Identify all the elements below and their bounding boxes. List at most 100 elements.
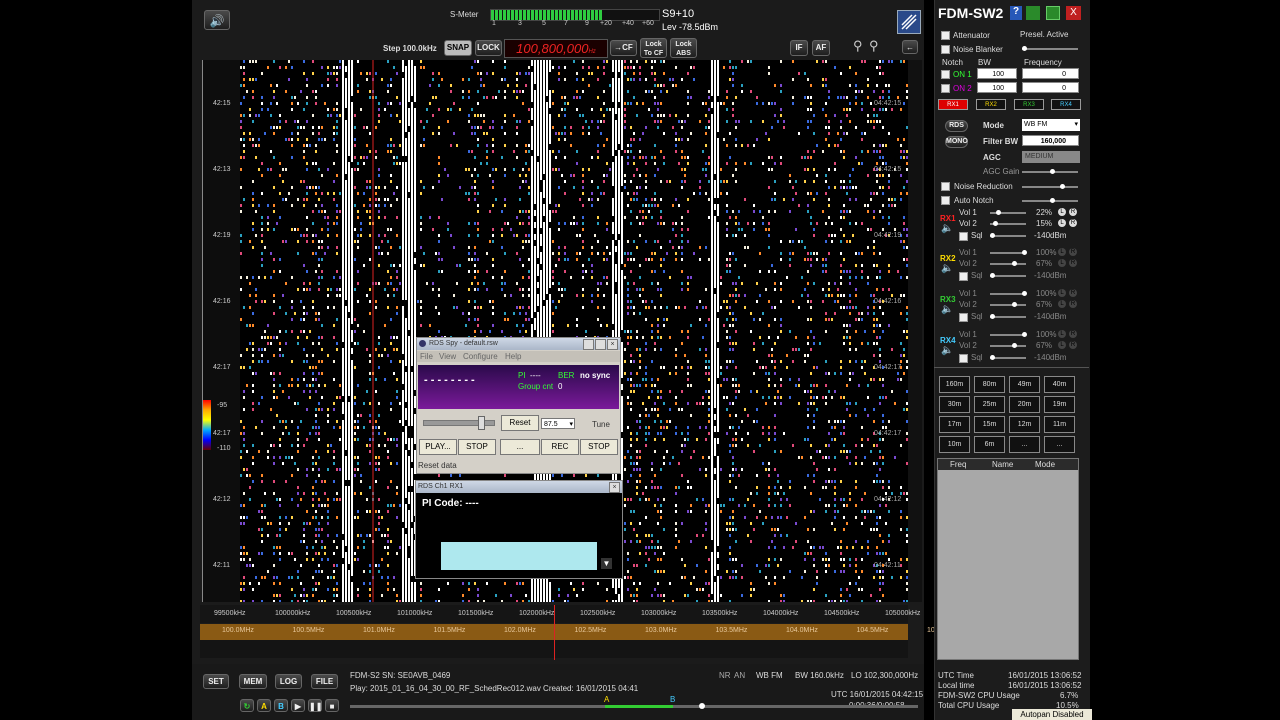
waterfall-pixel (732, 84, 734, 87)
waterfall-pixel (405, 558, 407, 564)
waterfall-pixel (630, 360, 632, 363)
waterfall-pixel (660, 468, 662, 471)
waterfall-pixel (705, 372, 707, 375)
lock-button[interactable]: LOCK (475, 40, 502, 56)
snap-button[interactable]: SNAP (444, 40, 472, 56)
waterfall-pixel (606, 60, 608, 63)
speaker-button[interactable]: 🔊 (204, 10, 230, 30)
waterfall-pixel (348, 144, 350, 150)
waterfall-pixel (240, 552, 242, 555)
waterfall-pixel (654, 240, 656, 243)
waterfall-pixel (351, 294, 353, 300)
waterfall-pixel (687, 282, 689, 285)
waterfall-pixel (378, 198, 380, 201)
waterfall-pixel (639, 312, 641, 315)
waterfall-pixel (537, 282, 539, 288)
waterfall-pixel (504, 318, 506, 321)
waterfall-pixel (531, 168, 533, 174)
cf-button[interactable]: →CF (610, 40, 637, 56)
waterfall-pixel (624, 456, 626, 459)
frequency-display[interactable]: 100,800,000Hz (504, 39, 608, 58)
waterfall-pixel (543, 306, 545, 312)
waterfall-pixel (315, 420, 317, 423)
waterfall-pixel (492, 144, 494, 147)
waterfall-pixel (411, 306, 413, 312)
waterfall-pixel (546, 258, 548, 264)
waterfall-pixel (537, 72, 539, 78)
smeter-tick: 5 (542, 20, 546, 27)
waterfall-pixel (348, 168, 350, 174)
waterfall-pixel (351, 468, 353, 474)
waterfall-pixel (480, 162, 482, 165)
waterfall-pixel (345, 570, 347, 576)
waterfall-pixel (720, 594, 722, 597)
waterfall-pixel (402, 240, 404, 246)
waterfall-pixel (552, 210, 554, 213)
if-button[interactable]: IF (790, 40, 808, 56)
waterfall-pixel (342, 132, 344, 138)
zoom-in-icon[interactable]: ⚲ (869, 38, 879, 54)
waterfall-pixel (369, 258, 371, 261)
waterfall-pixel (390, 228, 392, 231)
waterfall-pixel (369, 582, 371, 585)
waterfall-pixel (255, 294, 257, 297)
waterfall-pixel (675, 366, 677, 369)
waterfall-pixel (504, 114, 506, 117)
waterfall-pixel (537, 270, 539, 276)
waterfall-pixel (351, 510, 353, 516)
waterfall-pixel (318, 402, 320, 405)
waterfall-pixel (516, 582, 518, 585)
waterfall-pixel (243, 552, 245, 555)
waterfall-pixel (732, 312, 734, 315)
waterfall-pixel (711, 102, 713, 108)
waterfall-pixel (378, 282, 380, 285)
waterfall-pixel (360, 156, 362, 159)
lock-abs-button[interactable]: Lock ABS (670, 38, 697, 58)
waterfall-pixel (684, 594, 686, 597)
waterfall-pixel (627, 204, 629, 207)
waterfall-pixel (627, 378, 629, 381)
waterfall-pixel (405, 240, 407, 246)
waterfall-pixel (711, 306, 713, 312)
af-button[interactable]: AF (812, 40, 830, 56)
waterfall-pixel (582, 174, 584, 177)
waterfall-pixel (528, 108, 530, 111)
waterfall-pixel (306, 384, 308, 387)
waterfall-pixel (351, 426, 353, 432)
zoom-out-icon[interactable]: ⚲ (853, 38, 863, 54)
collapse-button[interactable]: ← (902, 40, 918, 54)
waterfall-pixel (528, 276, 530, 279)
waterfall-pixel (513, 90, 515, 93)
waterfall-pixel (678, 306, 680, 309)
waterfall-pixel (297, 492, 299, 495)
waterfall-pixel (714, 120, 716, 126)
waterfall-pixel (504, 474, 506, 477)
waterfall-pixel (660, 114, 662, 117)
waterfall-pixel (543, 204, 545, 210)
waterfall-pixel (531, 96, 533, 102)
waterfall-pixel (618, 222, 620, 228)
waterfall-pixel (531, 240, 533, 246)
waterfall-pixel (252, 402, 254, 405)
waterfall-pixel (735, 222, 737, 225)
waterfall-pixel (348, 342, 350, 348)
waterfall-pixel (705, 306, 707, 309)
waterfall-pixel (474, 264, 476, 267)
waterfall-pixel (351, 138, 353, 144)
waterfall-pixel (729, 444, 731, 447)
waterfall-pixel (240, 156, 242, 159)
waterfall-pixel (282, 354, 284, 357)
waterfall-pixel (540, 174, 542, 180)
lock-to-cf-button[interactable]: Lock To CF (640, 38, 667, 58)
pan-tool-button[interactable] (897, 10, 921, 34)
waterfall-pixel (615, 192, 617, 198)
waterfall-pixel (633, 192, 635, 195)
waterfall-pixel (342, 180, 344, 186)
waterfall-pixel (690, 276, 692, 279)
waterfall-pixel (540, 594, 542, 600)
waterfall-pixel (354, 114, 356, 117)
waterfall-pixel (402, 324, 404, 330)
waterfall-pixel (630, 462, 632, 465)
waterfall-pixel (711, 468, 713, 474)
waterfall-pixel (408, 312, 410, 318)
